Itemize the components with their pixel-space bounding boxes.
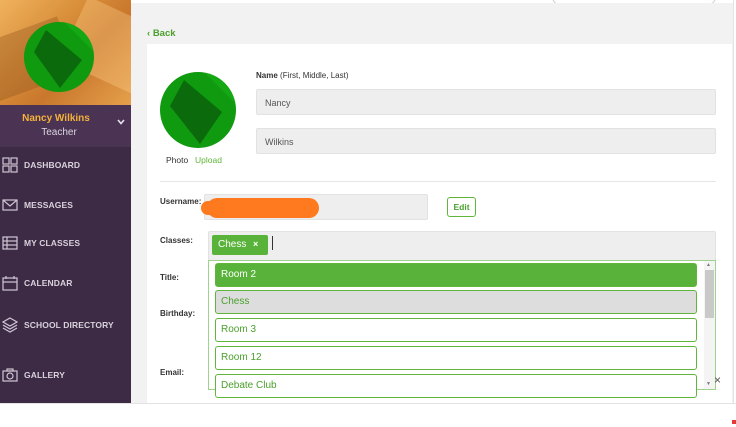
sidebar-item-my-classes[interactable]: MY CLASSES <box>0 223 131 263</box>
corner-mark <box>732 420 736 424</box>
sidebar-avatar <box>24 22 94 92</box>
sidebar-item-label: GALLERY <box>24 370 65 380</box>
clear-icon[interactable]: × <box>714 373 721 387</box>
sidebar-item-label: MY CLASSES <box>24 238 81 248</box>
email-label: Email: <box>160 368 185 377</box>
camera-icon <box>2 367 18 383</box>
upload-link[interactable]: Upload <box>195 155 222 165</box>
classes-label: Classes: <box>160 236 193 245</box>
sidebar-item-dashboard[interactable]: DASHBOARD <box>0 145 131 185</box>
section-divider <box>160 181 716 182</box>
remove-chip-icon[interactable]: × <box>253 239 258 249</box>
edit-username-button[interactable]: Edit <box>447 197 476 217</box>
name-label-main: Name <box>256 71 278 80</box>
sidebar-item-label: DASHBOARD <box>24 160 81 170</box>
sidebar-item-calendar[interactable]: CALENDAR <box>0 263 131 303</box>
last-name-field[interactable]: Wilkins <box>256 128 716 154</box>
title-label: Title: <box>160 273 179 282</box>
profile-name: Nancy Wilkins <box>22 113 90 124</box>
scroll-up-icon[interactable]: ▲ <box>706 262 711 268</box>
photo-label: Photo <box>166 155 189 165</box>
username-label: Username: <box>160 197 202 206</box>
sidebar-item-label: SCHOOL DIRECTORY <box>24 320 114 330</box>
sidebar: Nancy Wilkins Teacher DASHBOARD MESSAGES… <box>0 0 131 403</box>
name-label: Name (First, Middle, Last) <box>256 71 349 80</box>
dashboard-grid-icon <box>2 157 18 173</box>
sidebar-item-label: MESSAGES <box>24 200 73 210</box>
back-label: Back <box>152 28 176 39</box>
layers-icon <box>1 317 19 333</box>
sidebar-item-messages[interactable]: MESSAGES <box>0 185 131 225</box>
first-name-field[interactable]: Nancy <box>256 89 716 115</box>
dropdown-option[interactable]: Room 3 <box>215 318 697 342</box>
redaction-mark <box>201 198 319 218</box>
bottom-strip <box>0 403 736 427</box>
app-window: Nancy Wilkins Teacher DASHBOARD MESSAGES… <box>0 0 736 427</box>
class-chip-label: Chess <box>218 239 247 250</box>
dropdown-option[interactable]: Room 2 <box>215 263 697 287</box>
sidebar-item-label: CALENDAR <box>24 278 73 288</box>
back-link[interactable]: ‹ Back <box>147 28 176 39</box>
chevron-down-icon[interactable] <box>116 114 126 125</box>
dropdown-option[interactable]: Chess <box>215 290 697 314</box>
profile-info <box>0 105 131 147</box>
dropdown-option[interactable]: Debate Club <box>215 374 697 398</box>
text-caret <box>272 236 273 250</box>
calendar-icon <box>2 275 18 291</box>
sidebar-item-gallery[interactable]: GALLERY <box>0 355 131 395</box>
birthday-label: Birthday: <box>160 309 196 318</box>
list-icon <box>2 235 18 251</box>
sidebar-item-school-directory[interactable]: SCHOOL DIRECTORY <box>0 305 131 345</box>
envelope-icon <box>2 197 18 213</box>
classes-input[interactable] <box>208 231 716 261</box>
profile-photo <box>160 72 236 148</box>
dropdown-option[interactable]: Room 12 <box>215 346 697 370</box>
profile-role: Teacher <box>41 127 77 138</box>
scrollbar-thumb[interactable] <box>705 270 714 318</box>
scroll-down-icon[interactable]: ▼ <box>706 381 711 387</box>
name-label-hint: (First, Middle, Last) <box>280 71 349 80</box>
